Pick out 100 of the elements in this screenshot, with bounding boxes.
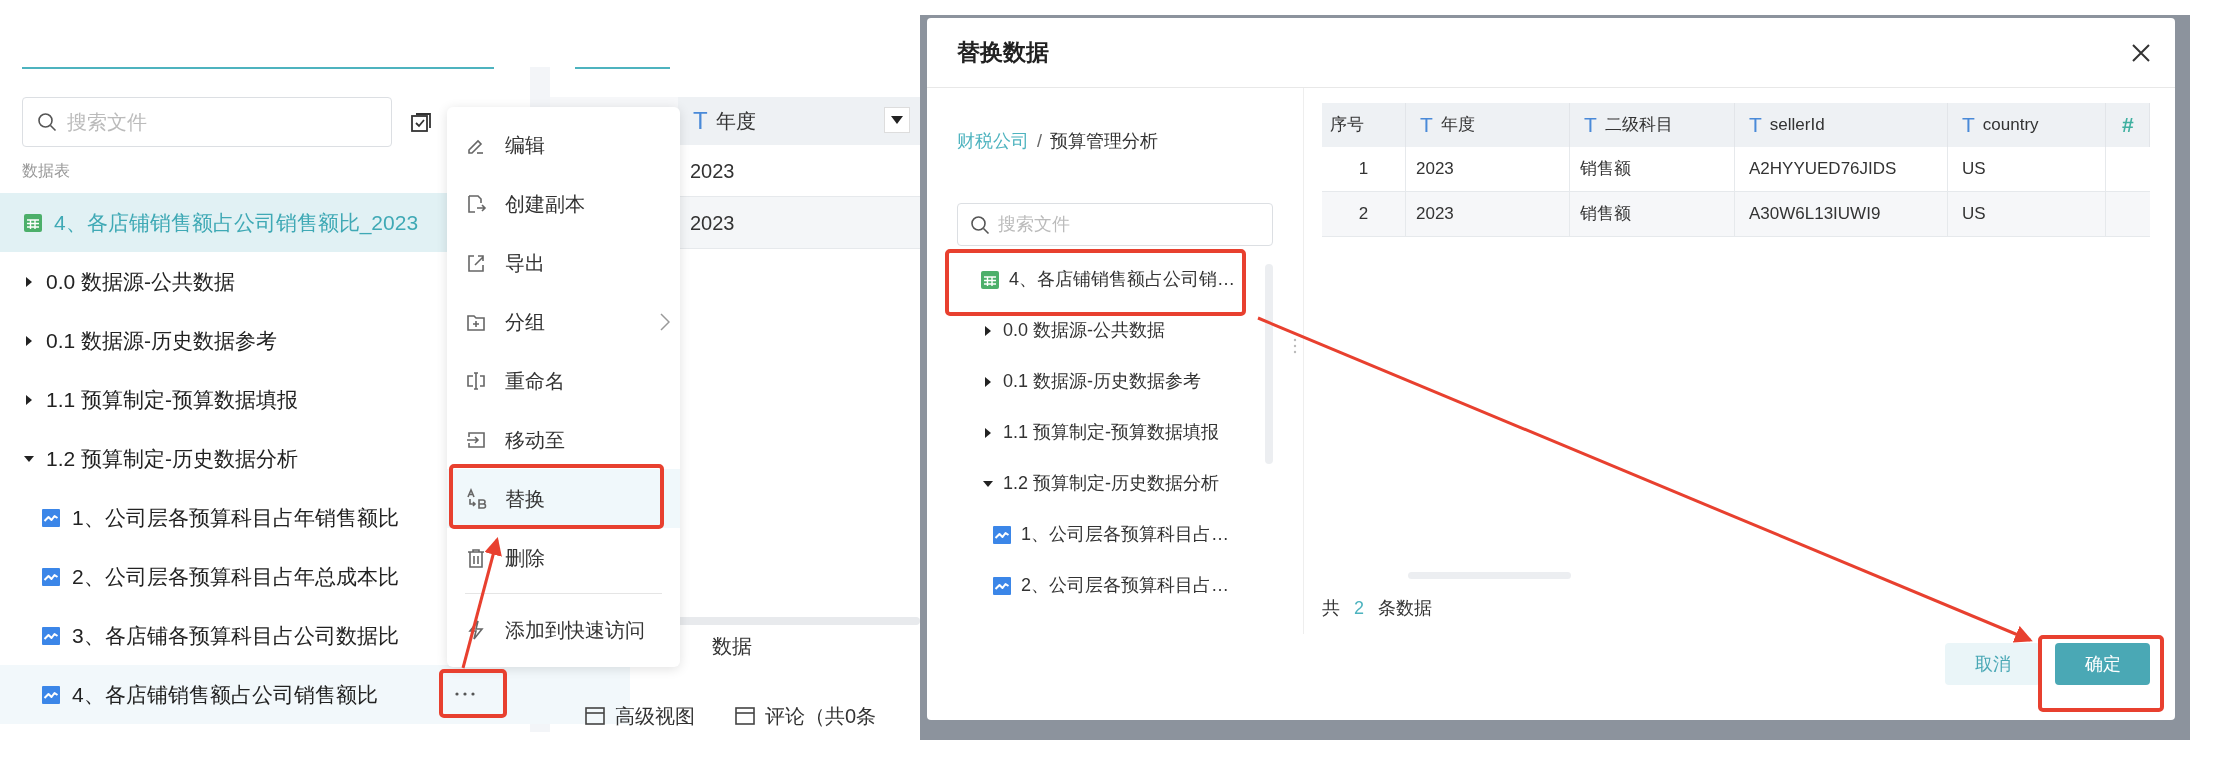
chart-icon xyxy=(42,567,60,586)
menu-item-label: 重命名 xyxy=(505,368,566,394)
table-cell-text: 销售额 xyxy=(1580,158,1631,181)
caret-down-icon[interactable] xyxy=(983,478,993,489)
caret-right-icon[interactable] xyxy=(983,376,993,387)
scrollbar[interactable] xyxy=(1265,264,1273,464)
table-cell-text: 销售额 xyxy=(1580,203,1631,226)
window-icon xyxy=(585,707,605,725)
search-input[interactable]: 搜索文件 xyxy=(998,211,1260,238)
search-field[interactable]: 搜索文件 xyxy=(22,97,392,147)
caret-right-icon[interactable] xyxy=(24,394,34,405)
table-cell-text: 2 xyxy=(1358,203,1369,226)
caret-right-icon[interactable] xyxy=(24,335,34,346)
caret-down-icon xyxy=(891,116,903,124)
type-icon: T xyxy=(1962,109,1975,141)
tree-item[interactable]: 1.2 预算制定-历史数据分析 xyxy=(957,458,1265,509)
search-icon xyxy=(37,112,57,132)
search-field[interactable]: 搜索文件 xyxy=(957,203,1273,246)
table-icon xyxy=(24,213,42,232)
tree-item-label: 0.1 数据源-历史数据参考 xyxy=(46,327,278,354)
menu-item[interactable]: 分组 xyxy=(447,292,680,351)
menu-item[interactable]: 重命名 xyxy=(447,351,680,410)
table-cell-text: A30W6L13IUWI9 xyxy=(1749,203,1881,226)
tree-item-label: 1.1 预算制定-预算数据填报 xyxy=(46,386,299,413)
menu-item[interactable]: 删除 xyxy=(447,528,680,587)
column-title: 年度 xyxy=(1440,114,1475,137)
caret-right-icon[interactable] xyxy=(983,325,993,336)
chart-icon xyxy=(42,626,60,645)
chart-icon xyxy=(42,508,60,527)
tree-item-label: 1.2 预算制定-历史数据分析 xyxy=(46,445,299,472)
chart-icon xyxy=(993,525,1011,544)
table-cell-text: US xyxy=(1962,158,1986,181)
table-cell-text: 2023 xyxy=(1416,158,1454,181)
menu-item[interactable]: 移动至 xyxy=(447,410,680,469)
tree-item[interactable]: 4、各店铺销售额占公司销… xyxy=(957,254,1265,305)
dropdown-button[interactable] xyxy=(884,107,910,133)
column-title: 序号 xyxy=(1330,114,1364,137)
tree-item[interactable]: 1.1 预算制定-预算数据填报 xyxy=(957,407,1265,458)
table-cell-text: A2HYYUED76JIDS xyxy=(1749,158,1897,181)
type-icon: T xyxy=(1420,109,1433,141)
menu-item-label: 替换 xyxy=(505,486,546,512)
copy-icon xyxy=(465,192,487,215)
close-icon[interactable] xyxy=(2131,42,2151,63)
tree-item[interactable]: 1、公司层各预算科目占… xyxy=(957,509,1265,560)
breadcrumb-current: 预算管理分析 xyxy=(1050,129,1158,153)
drag-handle-icon[interactable] xyxy=(1293,338,1297,354)
chart-icon xyxy=(42,685,60,704)
tree-item-label: 1.1 预算制定-预算数据填报 xyxy=(1003,421,1220,444)
breadcrumb-separator: / xyxy=(1037,129,1042,153)
tree-item-label: 0.0 数据源-公共数据 xyxy=(1003,319,1166,342)
column-title: 年度 xyxy=(715,109,756,134)
menu-item-label: 删除 xyxy=(505,545,546,571)
tree-item-label: 0.0 数据源-公共数据 xyxy=(46,268,236,295)
menu-item[interactable]: 替换 xyxy=(447,469,680,528)
caret-down-icon[interactable] xyxy=(24,453,34,464)
type-icon: T xyxy=(1584,109,1597,141)
replace-icon xyxy=(465,487,487,510)
table-cell-text: 2023 xyxy=(689,210,735,236)
menu-item[interactable]: 编辑 xyxy=(447,115,680,174)
tree-item[interactable]: 2、公司层各预算科目占… xyxy=(957,560,1265,611)
column-title: country xyxy=(1982,114,2039,137)
view-tab[interactable]: 评论（共0条 xyxy=(735,701,877,731)
table-icon xyxy=(981,270,999,289)
rename-icon xyxy=(465,369,487,392)
table-cell-text: 2023 xyxy=(689,158,735,184)
type-icon: T xyxy=(1749,109,1762,141)
chart-icon xyxy=(993,576,1011,595)
count-value: 2 xyxy=(1354,597,1364,620)
tree-item-label: 1.2 预算制定-历史数据分析 xyxy=(1003,472,1220,495)
menu-item-label: 导出 xyxy=(505,250,546,276)
section-title: 数据 xyxy=(712,634,753,659)
tree-item-label: 2、公司层各预算科目占… xyxy=(1021,574,1229,597)
tree-item-label: 3、各店铺各预算科目占公司数据比 xyxy=(72,622,399,649)
column-title: sellerId xyxy=(1769,114,1825,137)
column-header[interactable]: T 年度 xyxy=(678,97,920,145)
tree-item[interactable]: 0.1 数据源-历史数据参考 xyxy=(957,356,1265,407)
type-icon: # xyxy=(2122,109,2134,141)
menu-item-label: 编辑 xyxy=(505,132,546,158)
menu-item-label: 创建副本 xyxy=(505,191,586,217)
tree-item[interactable]: 0.0 数据源-公共数据 xyxy=(957,305,1265,356)
caret-right-icon[interactable] xyxy=(983,427,993,438)
menu-item[interactable]: 添加到快速访问 xyxy=(447,600,680,659)
menu-item-label: 添加到快速访问 xyxy=(505,617,646,643)
checkbox-icon[interactable] xyxy=(410,111,432,133)
menu-item-label: 移动至 xyxy=(505,427,566,453)
search-icon xyxy=(970,214,990,235)
column-title: 二级科目 xyxy=(1604,114,1673,137)
caret-right-icon[interactable] xyxy=(24,276,34,287)
search-input[interactable]: 搜索文件 xyxy=(67,107,377,137)
menu-item-label: 分组 xyxy=(505,309,546,335)
tree-item-label: 4、各店铺销售额占公司销售额比 xyxy=(72,681,378,708)
trash-icon xyxy=(465,546,487,569)
tree-item-label: 1、公司层各预算科目占年销售额比 xyxy=(72,504,399,531)
table-cell-text: US xyxy=(1962,203,1986,226)
tree-item-label: 4、各店铺销售额占公司销… xyxy=(1009,268,1235,291)
more-icon xyxy=(455,692,475,696)
count-label: 共 xyxy=(1322,597,1340,620)
count-label: 条数据 xyxy=(1378,597,1432,620)
tree-item-label: 2、公司层各预算科目占年总成本比 xyxy=(72,563,399,590)
type-icon: T xyxy=(693,103,708,139)
